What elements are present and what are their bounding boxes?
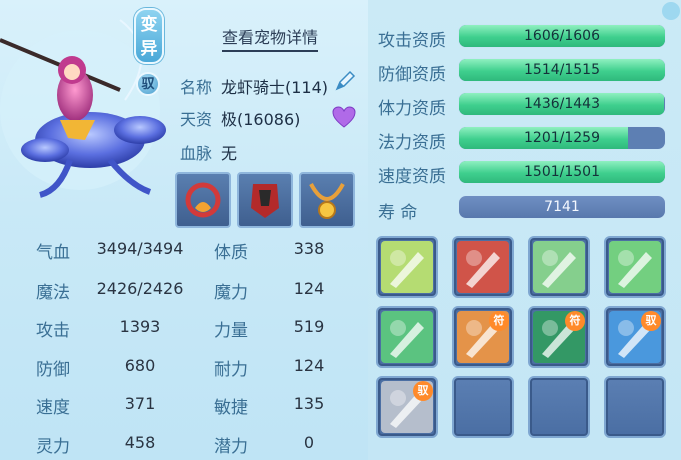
figure-aura-icon [457, 241, 509, 293]
stat-value: 680 [124, 356, 156, 375]
stat-value: 1393 [119, 317, 161, 336]
stat-label: 速度 [36, 398, 70, 418]
aptitude-value: 1501/1501 [524, 164, 600, 180]
attribute-value: 0 [303, 433, 315, 452]
sword-burst-icon [381, 241, 433, 293]
aptitude-label: 防御资质 [378, 65, 446, 85]
ghost-face-icon [609, 241, 661, 293]
equip-slot-necklace[interactable] [299, 172, 355, 228]
skill-slot[interactable]: 符 [528, 306, 590, 368]
attribute-label: 敏捷 [214, 398, 248, 418]
skill-slot[interactable] [376, 236, 438, 298]
stat-label: 气血 [36, 243, 70, 263]
empty-skill-slot[interactable] [452, 376, 514, 438]
aptitude-value: 1436/1443 [524, 96, 600, 112]
collar-equip-icon [185, 182, 221, 218]
aptitude-bar: 1201/1259 [458, 126, 666, 150]
attribute-value: 519 [293, 317, 325, 336]
stat-label: 防御 [36, 360, 70, 380]
attribute-label: 体质 [214, 243, 248, 263]
aptitude-value: 1514/1515 [524, 62, 600, 78]
bloodline-value: 无 [221, 144, 238, 163]
aptitude-bar: 1606/1606 [458, 24, 666, 48]
skill-slot[interactable]: 驭 [604, 306, 666, 368]
stat-value: 371 [124, 394, 156, 413]
attribute-label: 魔力 [214, 283, 248, 303]
stat-value: 3494/3494 [96, 239, 184, 258]
skill-tag-badge: 驭 [641, 311, 661, 331]
stat-label: 灵力 [36, 437, 70, 457]
equip-slot-armor[interactable] [237, 172, 293, 228]
aptitude-bar: 1501/1501 [458, 160, 666, 184]
rename-pen-icon[interactable] [332, 68, 358, 94]
attribute-value: 135 [293, 394, 325, 413]
aptitude-label: 体力资质 [378, 99, 446, 119]
skill-slot[interactable] [376, 306, 438, 368]
aptitude-label: 速度资质 [378, 167, 446, 187]
skill-slot[interactable]: 驭 [376, 376, 438, 438]
aptitude-rank-label: 天资 [180, 110, 213, 129]
skill-tag-badge: 符 [489, 311, 509, 331]
corner-orb-icon [662, 2, 680, 20]
pet-name-value: 龙虾骑士(114) [221, 78, 329, 97]
heart-icon[interactable] [332, 106, 356, 128]
aptitude-label: 法力资质 [378, 133, 446, 153]
aptitude-bar: 1514/1515 [458, 58, 666, 82]
empty-skill-slot[interactable] [604, 376, 666, 438]
stat-label: 攻击 [36, 321, 70, 341]
empty-skill-slot[interactable] [528, 376, 590, 438]
attribute-value: 124 [293, 279, 325, 298]
lifespan-value: 7141 [544, 199, 580, 215]
spirit-gale-icon [381, 311, 433, 363]
lifespan-bar: 7141 [458, 195, 666, 219]
aptitude-bar: 1436/1443 [458, 92, 666, 116]
aptitude-value: 1201/1259 [524, 130, 600, 146]
attribute-label: 力量 [214, 321, 248, 341]
aptitude-rank-value: 极(16086) [221, 110, 301, 129]
aptitude-label: 攻击资质 [378, 31, 446, 51]
attribute-value: 124 [293, 356, 325, 375]
skill-slot[interactable] [452, 236, 514, 298]
armor-equip-icon [251, 184, 279, 218]
view-pet-detail-link[interactable]: 查看宠物详情 [222, 24, 319, 52]
lifespan-label: 寿 命 [378, 203, 418, 223]
name-label: 名称 [180, 78, 213, 97]
sword-strike-icon [533, 241, 585, 293]
yu-badge[interactable]: 驭 [136, 72, 160, 96]
stat-label: 魔法 [36, 283, 70, 303]
equip-slot-collar[interactable] [175, 172, 231, 228]
skill-tag-badge: 驭 [413, 381, 433, 401]
attribute-label: 潜力 [214, 437, 248, 457]
attribute-value: 338 [293, 239, 325, 258]
variant-badge: 变异 [134, 8, 164, 64]
stat-value: 458 [124, 433, 156, 452]
necklace-equip-icon [309, 183, 345, 219]
skill-slot[interactable]: 符 [452, 306, 514, 368]
bloodline-label: 血脉 [180, 144, 213, 163]
attribute-label: 耐力 [214, 360, 248, 380]
skill-slot[interactable] [528, 236, 590, 298]
aptitude-value: 1606/1606 [524, 28, 600, 44]
stat-value: 2426/2426 [96, 279, 184, 298]
skill-slot[interactable] [604, 236, 666, 298]
skill-tag-badge: 符 [565, 311, 585, 331]
